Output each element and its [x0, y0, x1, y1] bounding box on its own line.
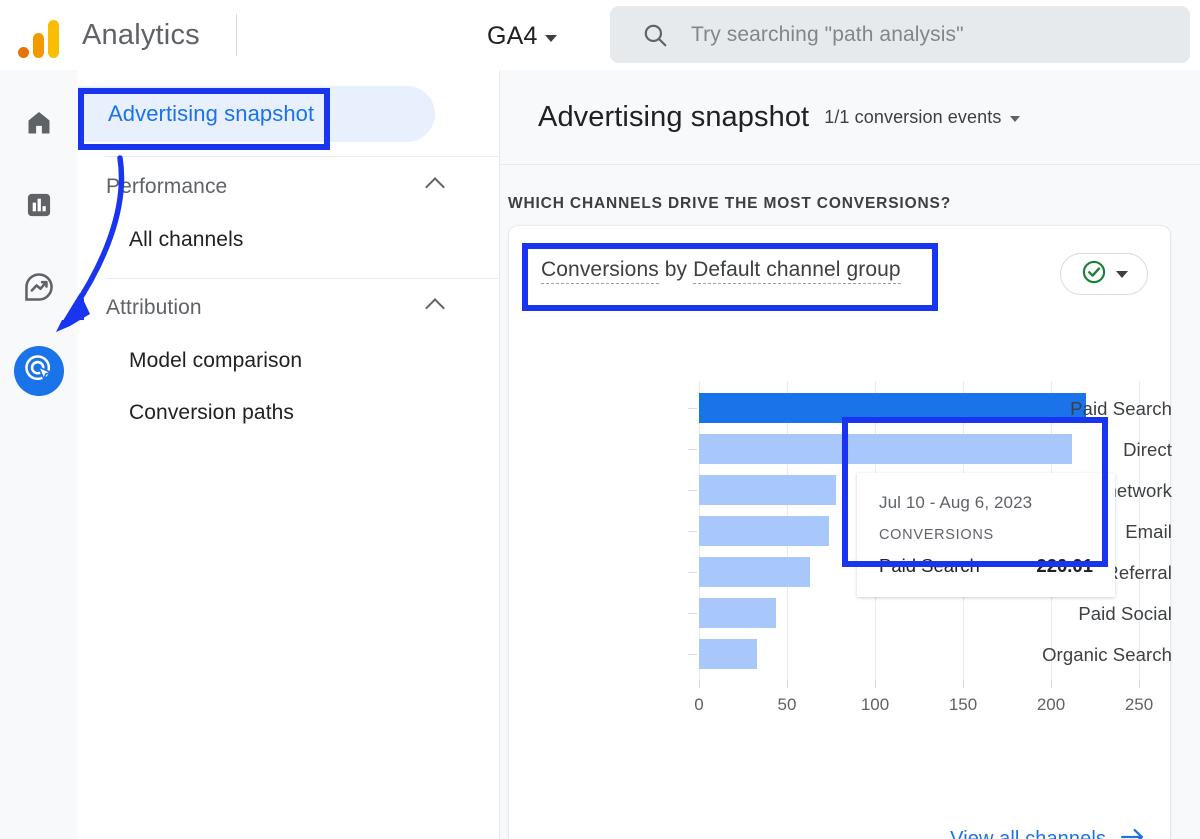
category-tick [688, 572, 697, 573]
card-title-connector: by [664, 258, 688, 281]
header-divider [500, 164, 1200, 165]
secondary-nav: Advertising snapshot Performance All cha… [78, 70, 500, 839]
sidebar-item-advertising-snapshot[interactable]: Advertising snapshot [108, 86, 314, 142]
bar-label-organic-search: Organic Search [1042, 644, 1172, 665]
sidebar-section-attribution[interactable]: Attribution [106, 296, 446, 320]
card-title[interactable]: Conversions by Default channel group [541, 258, 901, 284]
logo-bar-medium [32, 33, 44, 58]
bar-label-paid-search: Paid Search [1070, 398, 1172, 419]
top-bar: Analytics GA4 [0, 0, 1200, 70]
nav-divider-1 [106, 156, 498, 157]
x-axis-tick [1139, 679, 1140, 688]
tooltip-metric-label: CONVERSIONS [879, 527, 994, 543]
page-header: Advertising snapshot 1/1 conversion even… [500, 70, 1200, 164]
card-title-row: Conversions by Default channel group [531, 250, 1148, 298]
chevron-down-icon [1115, 270, 1128, 278]
tooltip-row: Paid Search 220.01 [879, 555, 1093, 577]
property-selector-label: GA4 [487, 22, 538, 50]
conversion-events-selector[interactable]: 1/1 conversion events [824, 106, 1021, 128]
card-status-dropdown[interactable] [1060, 253, 1148, 295]
section-question-label: WHICH CHANNELS DRIVE THE MOST CONVERSION… [508, 195, 952, 212]
chevron-down-icon [1010, 115, 1021, 122]
rail-item-explore[interactable] [14, 264, 64, 314]
tooltip-date-range: Jul 10 - Aug 6, 2023 [879, 493, 1033, 512]
bar-paid-social[interactable] [699, 598, 777, 628]
x-axis-tick [1051, 679, 1052, 688]
tooltip-value: 220.01 [1036, 555, 1093, 576]
search-input[interactable] [691, 22, 1161, 47]
x-axis-tick [875, 679, 876, 688]
bar-chart-icon [25, 191, 53, 224]
main-content: Advertising snapshot 1/1 conversion even… [500, 70, 1200, 839]
app-root: Analytics GA4 Try searching "path analys… [0, 0, 1200, 839]
bar-cross-network[interactable] [699, 475, 837, 505]
bar-chart: Paid SearchDirectCross-networkEmailRefer… [509, 381, 1172, 751]
x-axis-tick [699, 679, 700, 688]
tooltip-series-name: Paid Search [879, 555, 980, 576]
x-axis-tick [963, 679, 964, 688]
bar-email[interactable] [699, 516, 830, 546]
x-axis-tick-label: 0 [694, 695, 704, 714]
x-axis-tick-label: 250 [1124, 695, 1154, 714]
category-tick [688, 531, 697, 532]
view-all-channels-link[interactable]: View all channels [950, 826, 1146, 839]
advertising-target-cursor-icon [23, 353, 55, 390]
x-axis-tick [787, 679, 788, 688]
check-circle-icon [1081, 259, 1107, 290]
x-axis-tick-label: 50 [777, 695, 797, 714]
page-title: Advertising snapshot [538, 100, 810, 133]
x-axis-tick-label: 150 [948, 695, 978, 714]
sidebar-item-model-comparison[interactable]: Model comparison [129, 349, 302, 373]
sidebar-item-all-channels[interactable]: All channels [129, 228, 243, 252]
sidebar-section-performance-label: Performance [106, 175, 228, 198]
home-icon [24, 108, 54, 143]
rail-item-reports[interactable] [14, 182, 64, 232]
icon-rail [0, 70, 78, 839]
chevron-down-icon [544, 35, 557, 42]
explore-trendline-icon [23, 271, 55, 308]
brand-title: Analytics [82, 19, 200, 51]
nav-divider-2 [106, 278, 498, 279]
category-tick [688, 490, 697, 491]
sidebar-item-conversion-paths[interactable]: Conversion paths [129, 401, 294, 425]
logo-bar-tall [47, 20, 59, 58]
bar-label-direct: Direct [1123, 439, 1172, 460]
x-axis-tick-label: 200 [1036, 695, 1066, 714]
bar-label-paid-social: Paid Social [1078, 603, 1172, 624]
rail-item-advertising[interactable] [14, 346, 64, 396]
category-tick [688, 654, 697, 655]
chart-tooltip: Jul 10 - Aug 6, 2023 CONVERSIONS Paid Se… [857, 473, 1115, 597]
view-all-channels-label: View all channels [950, 828, 1106, 839]
bar-referral[interactable] [699, 557, 810, 587]
conversion-events-label: 1/1 conversion events [824, 106, 1002, 127]
x-axis-tick-label: 100 [860, 695, 890, 714]
card-title-dimension[interactable]: Default channel group [693, 258, 901, 284]
search-box[interactable] [610, 6, 1190, 63]
analytics-logo-icon [12, 14, 64, 58]
category-tick [688, 449, 697, 450]
chevron-up-icon [425, 298, 445, 318]
logo-dot [17, 47, 29, 58]
conversions-card: Conversions by Default channel group Pai… [508, 225, 1172, 839]
category-tick [688, 613, 697, 614]
arrow-right-icon [1120, 826, 1146, 839]
chevron-up-icon [425, 177, 445, 197]
card-title-metric[interactable]: Conversions [541, 258, 659, 284]
search-icon [642, 22, 668, 48]
sidebar-section-attribution-label: Attribution [106, 296, 202, 319]
sidebar-section-performance[interactable]: Performance [106, 175, 446, 199]
property-selector[interactable]: GA4 [487, 22, 557, 51]
rail-item-home[interactable] [14, 100, 64, 150]
category-tick [688, 408, 697, 409]
bar-organic-search[interactable] [699, 639, 758, 669]
brand-divider [236, 14, 237, 56]
